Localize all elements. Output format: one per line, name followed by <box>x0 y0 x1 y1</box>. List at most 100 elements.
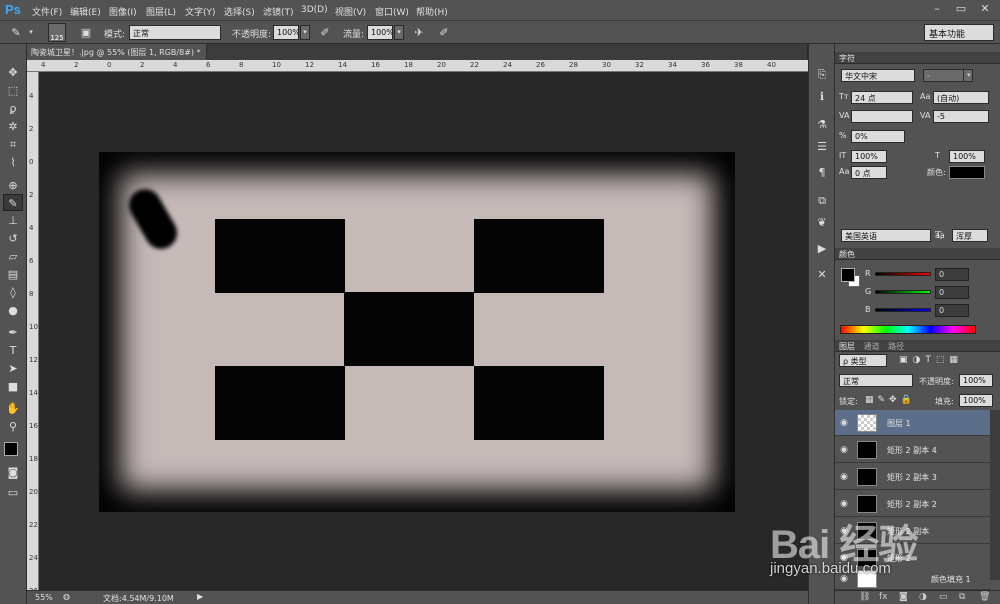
visibility-eye-icon[interactable]: ◉ <box>838 472 850 482</box>
visibility-eye-icon[interactable]: ◉ <box>838 445 850 455</box>
green-slider[interactable] <box>875 290 931 294</box>
actions-panel-icon[interactable]: ▶ <box>813 240 831 258</box>
eyedropper-tool-icon[interactable]: ⌇ <box>3 154 23 171</box>
menu-edit[interactable]: 编辑(E) <box>70 5 101 18</box>
color-spectrum-bar[interactable] <box>840 325 976 334</box>
quick-mask-icon[interactable]: ◙ <box>3 464 23 481</box>
brush-tool-icon[interactable]: ✎ <box>8 25 24 40</box>
blue-value-input[interactable]: 0 <box>935 304 969 317</box>
kerning-select[interactable] <box>851 110 913 123</box>
brush-size-preview[interactable]: 125 <box>48 23 66 42</box>
tab-layers[interactable]: 图层 <box>839 342 855 351</box>
text-color-swatch[interactable] <box>949 166 985 179</box>
tracking-select[interactable]: -5 <box>933 110 989 123</box>
opacity-dropdown-icon[interactable]: ▾ <box>300 25 310 40</box>
baseline-shift-input[interactable]: 0 点 <box>851 166 887 179</box>
layer-name[interactable]: 矩形 2 副本 3 <box>887 472 937 483</box>
layer-name[interactable]: 颜色填充 1 <box>931 574 971 585</box>
layer-style-icon[interactable]: fx <box>879 592 888 602</box>
color-foreground-swatch[interactable] <box>841 268 855 282</box>
antialias-select[interactable]: 浑厚 <box>952 229 988 242</box>
menu-3d[interactable]: 3D(D) <box>301 5 328 15</box>
blend-mode-select[interactable]: 正常 <box>839 374 913 387</box>
menu-view[interactable]: 视图(V) <box>335 5 366 18</box>
pressure-opacity-icon[interactable]: ✐ <box>317 25 333 40</box>
layers-scrollbar[interactable] <box>990 410 1000 580</box>
menu-type[interactable]: 文字(Y) <box>185 5 216 18</box>
foreground-color-swatch[interactable] <box>4 442 18 456</box>
stamp-tool-icon[interactable]: ⊥ <box>3 212 23 229</box>
hand-tool-icon[interactable]: ✋ <box>3 400 23 417</box>
layer-filter-select[interactable]: ρ 类型 <box>839 354 887 367</box>
menu-image[interactable]: 图像(I) <box>109 5 137 18</box>
zoom-tool-icon[interactable]: ⚲ <box>3 418 23 435</box>
screen-mode-icon[interactable]: ▭ <box>3 484 23 501</box>
font-size-select[interactable]: 24 点 <box>851 91 913 104</box>
red-slider[interactable] <box>875 272 931 276</box>
character-panel-tab[interactable]: 字符 <box>835 52 1000 64</box>
close-button[interactable]: ✕ <box>974 2 996 16</box>
tab-paths[interactable]: 路径 <box>888 342 904 351</box>
tool-preset-chevron-icon[interactable]: ▾ <box>26 25 36 40</box>
fill-input[interactable]: 100% <box>959 394 993 407</box>
adjustments-panel-icon[interactable]: ⚗ <box>813 116 831 134</box>
workspace-select[interactable]: 基本功能 <box>924 24 994 41</box>
layer-row[interactable]: ◉ 矩形 2 副本 4 <box>835 437 990 463</box>
layer-name[interactable]: 矩形 2 副本 2 <box>887 499 937 510</box>
minimize-button[interactable]: – <box>926 2 948 16</box>
brush-presets-panel-icon[interactable]: ❦ <box>813 214 831 232</box>
flow-dropdown-icon[interactable]: ▾ <box>394 25 404 40</box>
pen-tool-icon[interactable]: ✒ <box>3 324 23 341</box>
status-menu-arrow-icon[interactable]: ▶ <box>197 592 203 601</box>
adjustment-layer-icon[interactable]: ◑ <box>919 592 927 602</box>
paragraph-panel-icon[interactable]: ¶ <box>813 164 831 182</box>
move-tool-icon[interactable]: ✥ <box>3 64 23 81</box>
font-style-chevron-icon[interactable]: ▾ <box>963 69 973 82</box>
visibility-eye-icon[interactable]: ◉ <box>838 499 850 509</box>
flow-input[interactable]: 100% <box>367 25 393 40</box>
zoom-level[interactable]: 55% <box>35 593 53 602</box>
dodge-tool-icon[interactable]: ● <box>3 302 23 319</box>
blur-tool-icon[interactable]: ◊ <box>3 284 23 301</box>
lock-icons[interactable]: ▦✎✥🔒 <box>865 395 916 405</box>
leading-select[interactable]: (自动) <box>933 91 989 104</box>
maximize-button[interactable]: ▭ <box>950 2 972 16</box>
blue-slider[interactable] <box>875 308 931 312</box>
horizontal-scale-input[interactable]: 100% <box>949 150 985 163</box>
font-family-select[interactable]: 华文中宋 <box>841 69 915 82</box>
new-layer-icon[interactable]: ⧉ <box>959 592 965 602</box>
menu-file[interactable]: 文件(F) <box>32 5 62 18</box>
shape-tool-icon[interactable]: ■ <box>3 378 23 395</box>
history-panel-icon[interactable]: ⎘ <box>813 66 831 84</box>
history-brush-tool-icon[interactable]: ↺ <box>3 230 23 247</box>
tab-channels[interactable]: 通道 <box>864 342 880 351</box>
status-icon[interactable]: ◍ <box>63 592 70 601</box>
language-select[interactable]: 美国英语 <box>841 229 931 242</box>
layer-row[interactable]: ◉ 矩形 2 副本 3 <box>835 464 990 490</box>
menu-layer[interactable]: 图层(L) <box>146 5 176 18</box>
visibility-eye-icon[interactable]: ◉ <box>838 418 850 428</box>
char-scale-select[interactable]: 0% <box>851 130 905 143</box>
opacity-input[interactable]: 100% <box>273 25 299 40</box>
menu-window[interactable]: 窗口(W) <box>375 5 409 18</box>
airbrush-icon[interactable]: ✈ <box>411 25 427 40</box>
layer-filter-icons[interactable]: ▣◑T⬚▦ <box>899 355 963 365</box>
magic-wand-tool-icon[interactable]: ✲ <box>3 118 23 135</box>
properties-panel-icon[interactable]: ℹ <box>813 88 831 106</box>
crop-tool-icon[interactable]: ⌗ <box>3 136 23 153</box>
menu-help[interactable]: 帮助(H) <box>416 5 448 18</box>
menu-select[interactable]: 选择(S) <box>224 5 255 18</box>
marquee-tool-icon[interactable]: ⬚ <box>3 82 23 99</box>
layer-mask-icon[interactable]: ◙ <box>899 592 908 602</box>
gradient-tool-icon[interactable]: ▤ <box>3 266 23 283</box>
brush-settings-panel-icon[interactable]: ☰ <box>813 138 831 156</box>
mode-select[interactable]: 正常 <box>129 25 221 40</box>
eraser-tool-icon[interactable]: ▱ <box>3 248 23 265</box>
document-tab[interactable]: 陶瓷城卫星！.jpg @ 55% (图层 1, RGB/8#) * <box>27 44 207 60</box>
layer-opacity-input[interactable]: 100% <box>959 374 993 387</box>
path-selection-tool-icon[interactable]: ➤ <box>3 360 23 377</box>
styles-panel-icon[interactable]: ✕ <box>813 266 831 284</box>
link-layers-icon[interactable]: ⛓ <box>859 592 870 602</box>
new-group-icon[interactable]: ▭ <box>939 592 948 602</box>
healing-brush-tool-icon[interactable]: ⊕ <box>3 177 23 194</box>
